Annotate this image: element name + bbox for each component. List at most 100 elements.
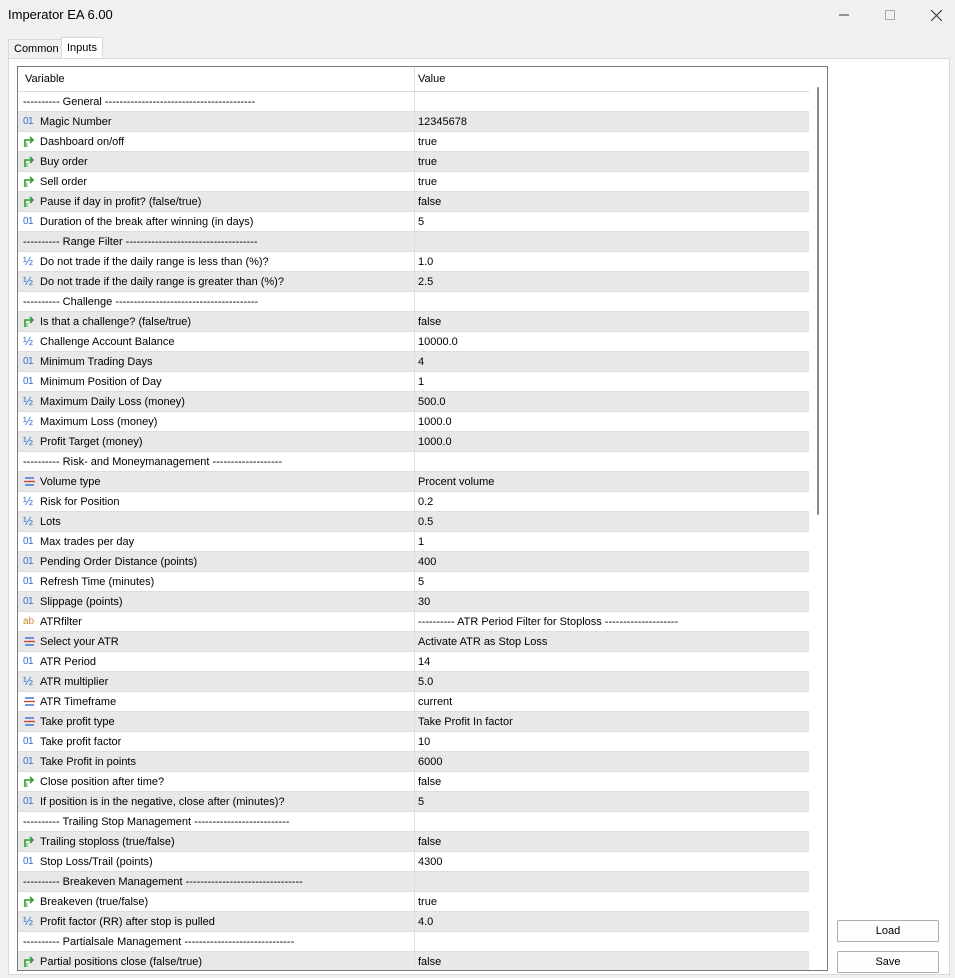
table-row[interactable]: ATR Timeframe current [18, 692, 809, 712]
variable-value[interactable]: 0.2 [418, 496, 433, 508]
section-header-row[interactable]: ---------- Partialsale Management ------… [18, 932, 809, 952]
variable-value[interactable]: 1 [418, 536, 424, 548]
variable-name: Risk for Position [40, 496, 120, 508]
cell-divider [414, 352, 415, 371]
table-row[interactable]: 01 Refresh Time (minutes) 5 [18, 572, 809, 592]
table-row[interactable]: Buy order true [18, 152, 809, 172]
inputs-grid: Variable Value ---------- General ------… [17, 66, 828, 971]
table-row[interactable]: 01 ATR Period 14 [18, 652, 809, 672]
variable-value[interactable]: false [418, 196, 441, 208]
variable-value[interactable]: 4 [418, 356, 424, 368]
cell-divider [414, 332, 415, 351]
variable-value[interactable]: 10 [418, 736, 430, 748]
variable-value[interactable]: 1000.0 [418, 436, 452, 448]
variable-value[interactable]: true [418, 896, 437, 908]
variable-name: Do not trade if the daily range is less … [40, 256, 269, 268]
close-button[interactable] [913, 0, 955, 30]
maximize-button[interactable] [867, 0, 913, 30]
variable-value[interactable]: 4300 [418, 856, 442, 868]
table-row[interactable]: ½ Do not trade if the daily range is grea… [18, 272, 809, 292]
section-header-row[interactable]: ---------- Trailing Stop Management ----… [18, 812, 809, 832]
double-type-icon: ½ [23, 394, 34, 408]
table-row[interactable]: Sell order true [18, 172, 809, 192]
table-row[interactable]: Take profit type Take Profit In factor [18, 712, 809, 732]
variable-value[interactable]: 5 [418, 216, 424, 228]
table-row[interactable]: Is that a challenge? (false/true) false [18, 312, 809, 332]
table-row[interactable]: 01 Slippage (points) 30 [18, 592, 809, 612]
column-header-variable[interactable]: Variable [25, 73, 65, 85]
variable-value[interactable]: 400 [418, 556, 436, 568]
variable-value[interactable]: false [418, 776, 441, 788]
table-row[interactable]: ½ Do not trade if the daily range is less… [18, 252, 809, 272]
table-row[interactable]: 01 Stop Loss/Trail (points) 4300 [18, 852, 809, 872]
column-divider[interactable] [414, 67, 415, 91]
variable-value[interactable]: Activate ATR as Stop Loss [418, 636, 547, 648]
table-row[interactable]: Select your ATR Activate ATR as Stop Loss [18, 632, 809, 652]
tab-inputs[interactable]: Inputs [61, 37, 103, 58]
variable-value[interactable]: ---------- ATR Period Filter for Stoplos… [418, 616, 678, 628]
variable-value[interactable]: current [418, 696, 452, 708]
variable-value[interactable]: Procent volume [418, 476, 494, 488]
variable-value[interactable]: 2.5 [418, 276, 433, 288]
table-row[interactable]: 01 Magic Number 12345678 [18, 112, 809, 132]
table-row[interactable]: 01 Take Profit in points 6000 [18, 752, 809, 772]
section-header-row[interactable]: ---------- Breakeven Management --------… [18, 872, 809, 892]
variable-value[interactable]: 0.5 [418, 516, 433, 528]
variable-value[interactable]: 500.0 [418, 396, 446, 408]
table-row[interactable]: ½ Profit Target (money) 1000.0 [18, 432, 809, 452]
table-row[interactable]: ½ ATR multiplier 5.0 [18, 672, 809, 692]
minimize-button[interactable] [821, 0, 867, 30]
variable-value[interactable]: Take Profit In factor [418, 716, 513, 728]
variable-value[interactable]: 12345678 [418, 116, 467, 128]
variable-value[interactable]: 30 [418, 596, 430, 608]
variable-value[interactable]: 5.0 [418, 676, 433, 688]
scrollbar-thumb[interactable] [817, 87, 819, 515]
table-row[interactable]: 01 Take profit factor 10 [18, 732, 809, 752]
table-row[interactable]: ½ Challenge Account Balance 10000.0 [18, 332, 809, 352]
column-header-value[interactable]: Value [418, 73, 445, 85]
table-row[interactable]: ½ Lots 0.5 [18, 512, 809, 532]
table-row[interactable]: ½ Risk for Position 0.2 [18, 492, 809, 512]
table-row[interactable]: 01 Duration of the break after winning (i… [18, 212, 809, 232]
table-row[interactable]: Volume type Procent volume [18, 472, 809, 492]
section-header-row[interactable]: ---------- General ---------------------… [18, 92, 809, 112]
table-row[interactable]: ab ATRfilter ---------- ATR Period Filter … [18, 612, 809, 632]
variable-value[interactable]: 5 [418, 796, 424, 808]
section-header-row[interactable]: ---------- Range Filter ----------------… [18, 232, 809, 252]
table-row[interactable]: Dashboard on/off true [18, 132, 809, 152]
grid-rows: ---------- General ---------------------… [18, 92, 809, 970]
vertical-scrollbar[interactable] [809, 67, 827, 970]
variable-value[interactable]: false [418, 836, 441, 848]
variable-value[interactable]: true [418, 176, 437, 188]
table-row[interactable]: 01 Minimum Position of Day 1 [18, 372, 809, 392]
table-row[interactable]: ½ Profit factor (RR) after stop is pulled… [18, 912, 809, 932]
save-button[interactable]: Save [837, 951, 939, 973]
variable-value[interactable]: true [418, 136, 437, 148]
section-header-row[interactable]: ---------- Risk- and Moneymanagement ---… [18, 452, 809, 472]
variable-value[interactable]: false [418, 316, 441, 328]
table-row[interactable]: Breakeven (true/false) true [18, 892, 809, 912]
variable-value[interactable]: false [418, 956, 441, 968]
table-row[interactable]: Pause if day in profit? (false/true) fals… [18, 192, 809, 212]
table-row[interactable]: 01 If position is in the negative, close … [18, 792, 809, 812]
variable-value[interactable]: 1.0 [418, 256, 433, 268]
table-row[interactable]: ½ Maximum Loss (money) 1000.0 [18, 412, 809, 432]
load-button[interactable]: Load [837, 920, 939, 942]
variable-value[interactable]: 6000 [418, 756, 442, 768]
table-row[interactable]: Partial positions close (false/true) fals… [18, 952, 809, 970]
variable-value[interactable]: 10000.0 [418, 336, 458, 348]
table-row[interactable]: Close position after time? false [18, 772, 809, 792]
table-row[interactable]: Trailing stoploss (true/false) false [18, 832, 809, 852]
variable-value[interactable]: 5 [418, 576, 424, 588]
variable-value[interactable]: 1 [418, 376, 424, 388]
table-row[interactable]: ½ Maximum Daily Loss (money) 500.0 [18, 392, 809, 412]
table-row[interactable]: 01 Max trades per day 1 [18, 532, 809, 552]
variable-value[interactable]: true [418, 156, 437, 168]
table-row[interactable]: 01 Minimum Trading Days 4 [18, 352, 809, 372]
variable-value[interactable]: 1000.0 [418, 416, 452, 428]
variable-value[interactable]: 4.0 [418, 916, 433, 928]
variable-value[interactable]: 14 [418, 656, 430, 668]
section-header-row[interactable]: ---------- Challenge -------------------… [18, 292, 809, 312]
table-row[interactable]: 01 Pending Order Distance (points) 400 [18, 552, 809, 572]
tab-common[interactable]: Common [8, 39, 65, 58]
